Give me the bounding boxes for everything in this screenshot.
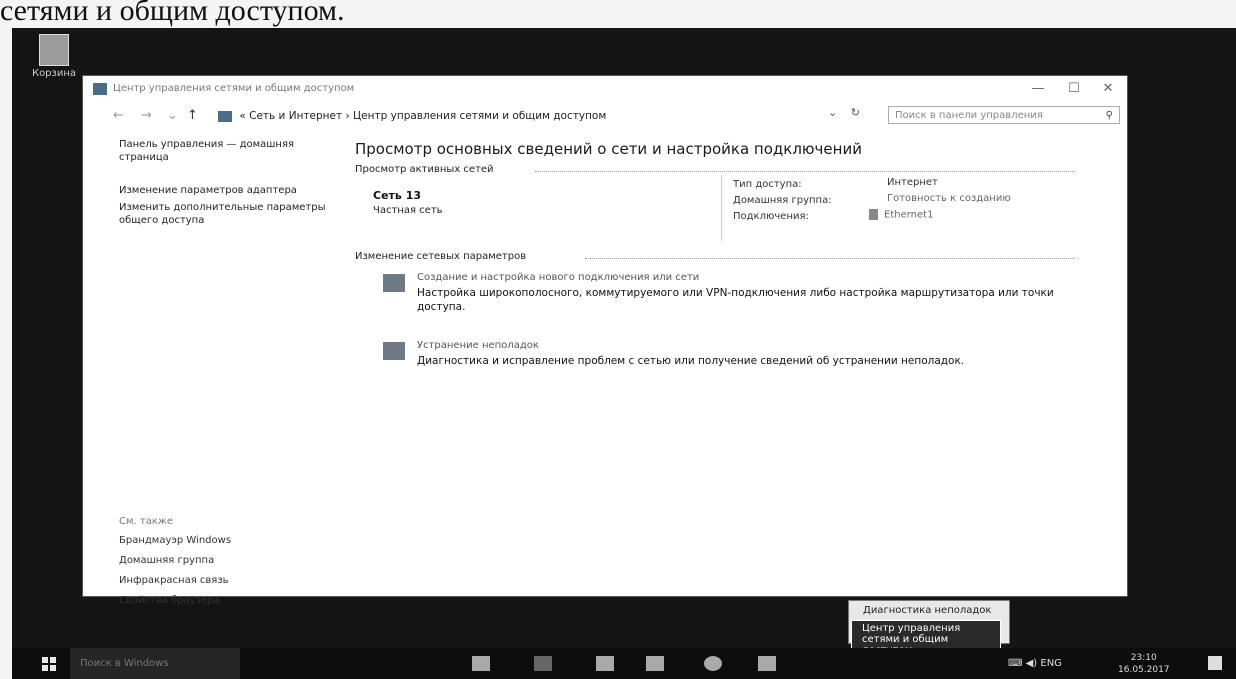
change-settings-label: Изменение сетевых параметров <box>355 251 527 262</box>
menu-item-troubleshoot[interactable]: Диагностика неполадок <box>849 601 1009 616</box>
task-troubleshoot: Устранение неполадок Диагностика и испра… <box>355 340 1075 398</box>
maximize-button[interactable]: ☐ <box>1059 78 1089 100</box>
sidebar-home-link[interactable]: Панель управления — домашняя страница <box>119 138 339 164</box>
address-row: ← → ⌄ ↑ « Сеть и Интернет › Центр управл… <box>83 102 1127 130</box>
troubleshoot-description: Диагностика и исправление проблем с сеть… <box>417 355 965 367</box>
address-bar[interactable]: « Сеть и Интернет › Центр управления сет… <box>218 106 858 126</box>
new-connection-link[interactable]: Создание и настройка нового подключения … <box>417 272 699 283</box>
control-panel-window: Центр управления сетями и общим доступом… <box>82 75 1128 606</box>
sidebar: Панель управления — домашняя страница Из… <box>119 138 339 231</box>
up-button[interactable]: ↑ <box>187 108 198 123</box>
main-content: Просмотр основных сведений о сети и наст… <box>355 140 1075 398</box>
clock-time: 23:10 <box>1130 653 1157 663</box>
system-tray[interactable]: ⌨ ◀) ENG <box>1008 658 1062 669</box>
clock[interactable]: 23:10 16.05.2017 <box>1118 652 1170 676</box>
connections-label: Подключения: <box>733 211 809 222</box>
edge-icon[interactable] <box>534 656 552 671</box>
connection-link[interactable]: Ethernet1 <box>869 209 933 221</box>
windows-logo-icon <box>42 657 48 663</box>
network-center-icon <box>93 83 107 95</box>
breadcrumb-network-internet[interactable]: Сеть и Интернет <box>249 110 342 122</box>
see-also-firewall[interactable]: Брандмауэр Windows <box>119 535 231 546</box>
forward-button[interactable]: → <box>141 108 152 123</box>
sidebar-link-adapter[interactable]: Изменение параметров адаптера <box>119 184 339 197</box>
search-placeholder: Поиск в панели управления <box>895 110 1043 121</box>
recycle-bin-label: Корзина <box>31 68 77 79</box>
see-also-homegroup[interactable]: Домашняя группа <box>119 555 231 566</box>
section-divider <box>585 258 1075 259</box>
address-prefix: « <box>239 110 246 122</box>
breadcrumb-network-center[interactable]: Центр управления сетями и общим доступом <box>353 110 606 122</box>
access-type-label: Тип доступа: <box>733 179 802 190</box>
tray-context-menu: Диагностика неполадок Центр управления с… <box>848 600 1010 659</box>
access-type-value: Интернет <box>887 177 938 188</box>
new-connection-description: Настройка широкополосного, коммутируемог… <box>417 287 1054 313</box>
address-dropdown-button[interactable]: ⌄ <box>828 106 837 119</box>
troubleshoot-icon <box>383 342 405 360</box>
desktop: Корзина Центр управления сетями и общим … <box>12 28 1236 679</box>
see-also-browser-properties[interactable]: Свойства браузера <box>119 595 231 606</box>
search-icon[interactable]: ⚲ <box>1106 107 1113 125</box>
sidebar-link-sharing[interactable]: Изменить дополнительные параметры общего… <box>119 201 339 227</box>
task-new-connection: Создание и настройка нового подключения … <box>355 272 1075 330</box>
task-view-icon[interactable] <box>472 656 490 671</box>
see-also-infrared[interactable]: Инфракрасная связь <box>119 575 231 586</box>
title-bar[interactable]: Центр управления сетями и общим доступом… <box>83 76 1127 102</box>
network-type[interactable]: Частная сеть <box>373 205 443 216</box>
search-input[interactable]: Поиск в панели управления ⚲ <box>888 106 1120 124</box>
network-name: Сеть 13 <box>373 189 422 202</box>
active-network: Сеть 13 Частная сеть Тип доступа: Интерн… <box>355 175 1075 245</box>
windows-logo-icon <box>50 657 56 663</box>
refresh-button[interactable]: ↻ <box>851 106 860 119</box>
windows-logo-icon <box>50 665 56 671</box>
store-icon[interactable] <box>646 656 664 671</box>
network-center-icon <box>218 110 232 122</box>
document-caption: сетями и общим доступом. <box>0 0 345 27</box>
active-networks-label: Просмотр активных сетей <box>355 164 494 175</box>
notifications-icon[interactable] <box>1208 656 1222 670</box>
page-title: Просмотр основных сведений о сети и наст… <box>355 140 862 158</box>
homegroup-value[interactable]: Готовность к созданию <box>887 193 1011 204</box>
windows-logo-icon <box>42 665 48 671</box>
recent-locations-button[interactable]: ⌄ <box>167 108 178 123</box>
file-explorer-icon[interactable] <box>596 656 614 671</box>
connection-name: Ethernet1 <box>884 209 934 221</box>
ethernet-icon <box>869 209 878 220</box>
change-settings-header: Изменение сетевых параметров <box>355 251 1075 262</box>
network-divider <box>721 175 722 241</box>
start-button[interactable] <box>42 657 56 671</box>
homegroup-label: Домашняя группа: <box>733 195 832 206</box>
recycle-bin[interactable]: Корзина <box>24 30 84 79</box>
minimize-button[interactable]: — <box>1023 78 1053 100</box>
breadcrumb-separator: › <box>345 110 350 122</box>
new-connection-icon <box>383 274 405 292</box>
see-also-header: См. также <box>119 516 174 527</box>
back-button[interactable]: ← <box>113 108 124 123</box>
network-center-icon[interactable] <box>758 656 776 671</box>
taskbar-search[interactable]: Поиск в Windows <box>70 648 240 679</box>
section-divider <box>535 171 1075 172</box>
address-tools: ⌄ ↻ <box>828 106 860 119</box>
taskbar: Поиск в Windows ⌨ ◀) ENG 23:10 16.05.201… <box>12 648 1236 679</box>
window-title: Центр управления сетями и общим доступом <box>113 83 355 94</box>
close-button[interactable]: ✕ <box>1093 78 1123 100</box>
recycle-bin-icon <box>39 34 69 66</box>
see-also: См. также Брандмауэр Windows Домашняя гр… <box>119 516 231 615</box>
troubleshoot-link[interactable]: Устранение неполадок <box>417 340 539 351</box>
clock-date: 16.05.2017 <box>1118 665 1170 675</box>
active-networks-header: Просмотр активных сетей <box>355 164 1075 175</box>
chrome-icon[interactable] <box>704 656 722 671</box>
